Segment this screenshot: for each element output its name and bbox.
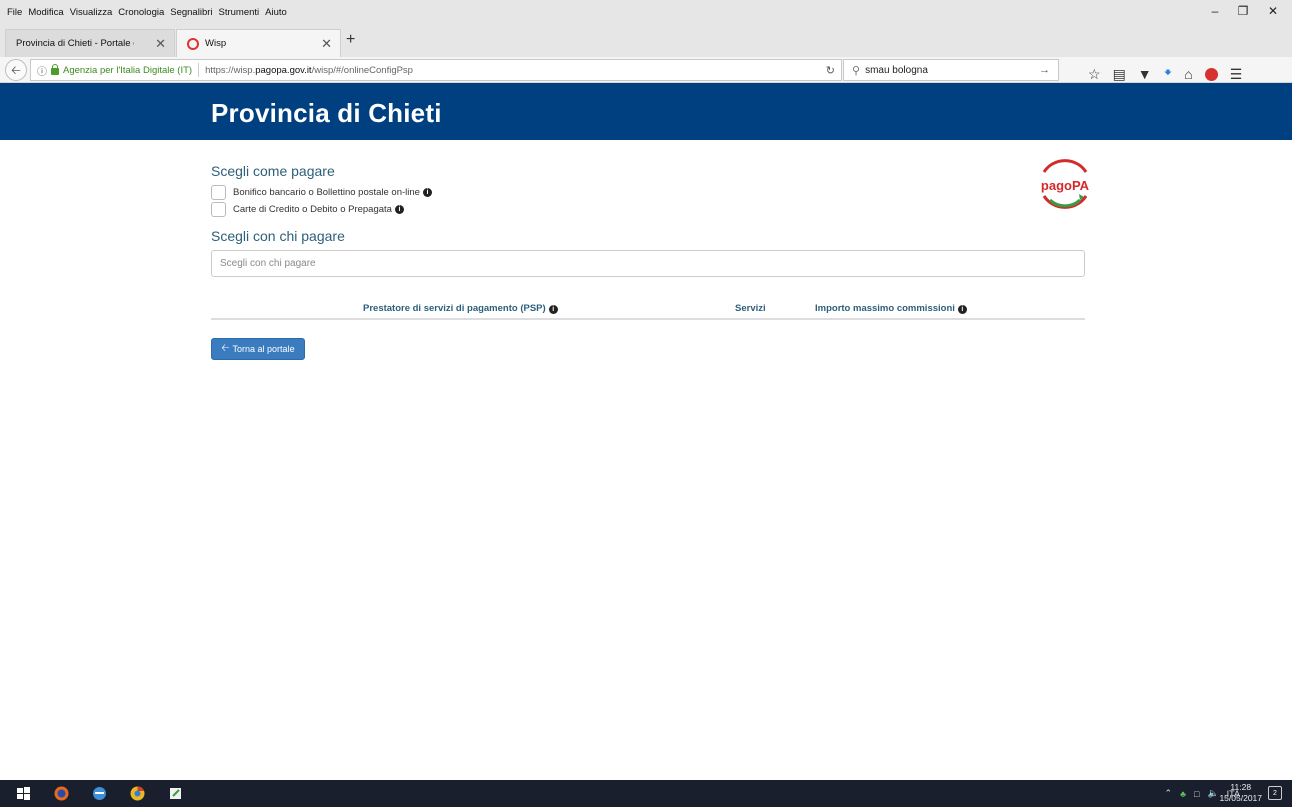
site-info-icon[interactable]: ⓘ [37,63,47,78]
info-icon[interactable]: i [957,305,967,314]
menu-modifica[interactable]: Modifica [28,7,63,18]
volume-icon[interactable]: 🔈 [1207,788,1218,799]
option-label: Carte di Credito o Debito o Prepagata [233,204,392,215]
column-max-fee-label: Importo massimo commissioni [815,303,955,314]
search-icon: ⚲ [852,64,861,77]
bookmark-star-icon[interactable]: ☆ [1088,66,1101,83]
page-title: Provincia di Chieti [211,98,442,128]
firefox-icon[interactable] [54,786,69,801]
search-go-icon[interactable]: → [1039,64,1050,76]
tab-strip: Provincia di Chieti - Portale dei s ✕ Wi… [0,24,1292,57]
close-tab-icon[interactable]: ✕ [321,36,332,52]
site-header: Provincia di Chieti [0,83,1292,140]
chevron-up-icon[interactable]: ⌃ [1165,788,1173,799]
notepad-icon[interactable] [168,786,183,801]
url-domain: pagopa.gov.it [255,64,312,76]
reload-icon[interactable]: ↻ [826,64,835,77]
browser-menubar: File Modifica Visualizza Cronologia Segn… [0,0,1292,24]
menu-cronologia[interactable]: Cronologia [118,7,164,18]
tab-label: Wisp [205,38,227,49]
address-bar[interactable]: ⓘ Agenzia per l'Italia Digitale (IT) htt… [30,59,842,81]
taskbar: ⌃ ♣ □ 🔈 ITA 11:28 15/05/2017 2 [0,780,1292,807]
choose-who-title: Scegli con chi pagare [211,228,345,244]
url-path: /wisp/#/onlineConfigPsp [311,64,413,76]
action-center-icon[interactable]: 2 [1268,786,1282,800]
menu-segnalibri[interactable]: Segnalibri [170,7,212,18]
display-icon[interactable]: □ [1194,789,1199,799]
psp-table-header: Prestatore di servizi di pagamento (PSP)… [211,300,1085,320]
pocket-icon[interactable]: ▼ [1138,66,1152,82]
chrome-icon[interactable] [130,786,145,801]
pagopa-logo-text: pagoPA [1041,178,1090,193]
divider [198,63,200,77]
back-to-portal-label: Torna al portale [232,344,295,354]
hamburger-menu-icon[interactable]: ☰ [1230,66,1243,83]
info-icon[interactable]: i [548,305,558,314]
pagopa-logo: pagoPA [1041,159,1090,209]
clock-date: 15/05/2017 [1219,793,1262,803]
page-content: Provincia di Chieti Scegli come pagare B… [0,83,1292,780]
back-arrow-icon[interactable]: 🡠 [5,59,27,81]
menu-aiuto[interactable]: Aiuto [265,7,287,18]
network-app-icon[interactable]: ♣ [1180,789,1186,799]
column-max-fee: Importo massimo commissioni i [815,303,967,314]
home-icon[interactable]: ⌂ [1184,66,1192,82]
info-icon[interactable]: i [422,188,432,197]
clock-time: 11:28 [1230,782,1252,792]
site-identity[interactable]: Agenzia per l'Italia Digitale (IT) [63,65,192,76]
notification-count: 2 [1273,790,1277,797]
column-services: Servizi [735,303,766,314]
tab-wisp[interactable]: Wisp ✕ [176,29,341,57]
minimize-icon[interactable]: – [1204,4,1226,20]
choose-how-title: Scegli come pagare [211,163,335,179]
info-icon[interactable]: i [394,205,404,214]
close-tab-icon[interactable]: ✕ [155,36,166,52]
restore-icon[interactable]: ❐ [1232,4,1254,20]
tab-provincia[interactable]: Provincia di Chieti - Portale dei s ✕ [5,29,175,57]
menu-list: File Modifica Visualizza Cronologia Segn… [7,7,287,18]
clock[interactable]: 11:28 15/05/2017 [1219,782,1262,804]
checkbox[interactable] [211,202,226,217]
adblock-icon[interactable] [1204,67,1218,81]
navigation-bar: 🡠 ⓘ Agenzia per l'Italia Digitale (IT) h… [0,57,1292,83]
search-input[interactable]: ⚲ smau bologna → [843,59,1059,81]
menu-file[interactable]: File [7,7,22,18]
option-label: Bonifico bancario o Bollettino postale o… [233,187,420,198]
windows-start-icon[interactable] [16,786,31,801]
option-carte[interactable]: Carte di Credito o Debito o Prepagata i [211,202,404,217]
back-to-portal-button[interactable]: 🡠 Torna al portale [211,338,305,360]
pagopa-favicon-icon [187,37,199,50]
menu-visualizza[interactable]: Visualizza [70,7,113,18]
tab-label: Provincia di Chieti - Portale dei s [16,38,134,49]
ie-edge-icon[interactable] [92,786,107,801]
column-psp-label: Prestatore di servizi di pagamento (PSP) [363,303,546,314]
arrow-left-icon: 🡠 [221,342,230,354]
search-value: smau bologna [865,64,928,76]
menu-strumenti[interactable]: Strumenti [219,7,260,18]
url-prefix: https://wisp. [205,64,256,76]
bookmarks-list-icon[interactable]: ▤ [1113,66,1126,83]
new-tab-icon[interactable]: + [346,31,355,49]
column-psp: Prestatore di servizi di pagamento (PSP)… [363,303,558,314]
checkbox[interactable] [211,185,226,200]
lock-icon [51,63,59,75]
psp-search-input[interactable] [211,250,1085,277]
close-window-icon[interactable]: ✕ [1262,4,1284,20]
option-bonifico[interactable]: Bonifico bancario o Bollettino postale o… [211,185,432,200]
